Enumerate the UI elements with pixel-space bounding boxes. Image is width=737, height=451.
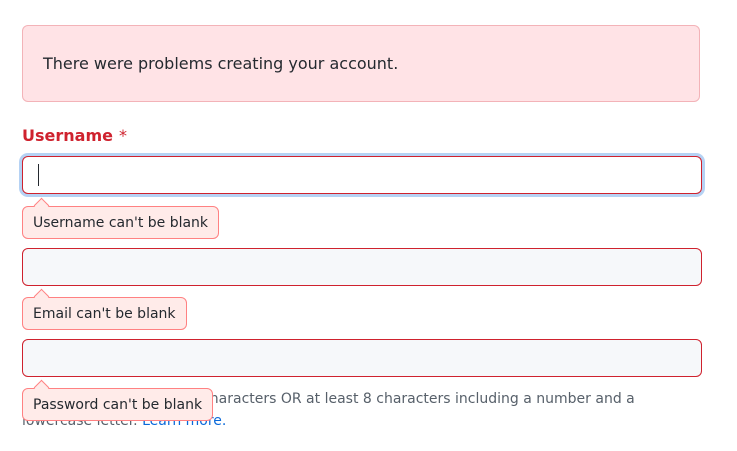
- text-caret: [38, 164, 39, 186]
- password-error-tooltip: Password can't be blank: [22, 388, 214, 421]
- email-input[interactable]: [22, 248, 702, 286]
- email-error-text: Email can't be blank: [33, 305, 176, 322]
- username-label-text: Username: [22, 126, 113, 145]
- password-input[interactable]: [22, 339, 702, 377]
- email-error-tooltip: Email can't be blank: [22, 297, 187, 330]
- required-marker: *: [118, 126, 127, 145]
- username-error-tooltip: Username can't be blank: [22, 206, 220, 239]
- username-input[interactable]: [22, 156, 702, 194]
- error-banner-message: There were problems creating your accoun…: [43, 54, 399, 73]
- username-label: Username *: [22, 126, 127, 145]
- username-error-text: Username can't be blank: [33, 214, 209, 231]
- error-banner: There were problems creating your accoun…: [22, 25, 700, 102]
- password-error-text: Password can't be blank: [33, 396, 203, 413]
